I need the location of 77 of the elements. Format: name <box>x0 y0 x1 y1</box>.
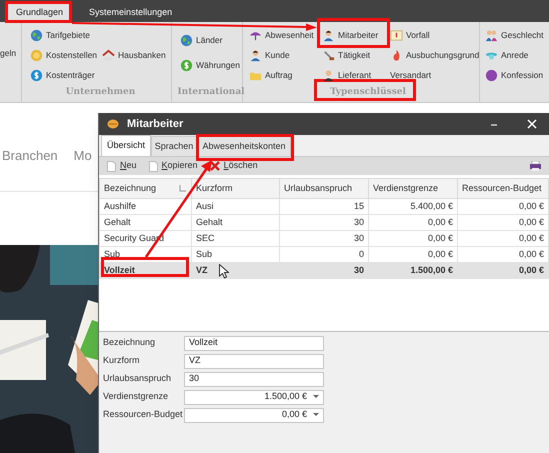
ribbon-group-label: Unternehmen <box>66 86 136 100</box>
person-icon <box>249 48 262 62</box>
dropdown-icon <box>313 395 319 399</box>
ribbon-item[interactable]: Versandart <box>390 68 432 82</box>
delete-icon <box>210 161 220 171</box>
input-field[interactable]: Vollzeit <box>184 336 324 350</box>
highlight-frame <box>5 1 72 23</box>
globe-icon <box>180 34 193 47</box>
field-label: Ressourcen-Budget <box>103 408 184 422</box>
nav-link[interactable]: Branchen <box>2 146 58 166</box>
globe-icon <box>30 28 43 42</box>
field-label: Kurzform <box>103 354 141 368</box>
nav-link[interactable]: Mo <box>74 146 92 166</box>
ribbon-item[interactable]: Länder <box>180 34 222 48</box>
field-label: Urlaubsanspruch <box>103 372 172 386</box>
ribbon-item[interactable]: Kunde <box>249 48 290 62</box>
ribbon-item[interactable]: geln <box>0 46 16 60</box>
column-header[interactable]: Ressourcen-Budget <box>458 178 548 198</box>
printer-icon[interactable] <box>530 161 541 171</box>
ribbon-group-label: Typenschlüssel <box>330 86 406 100</box>
wrench-icon <box>322 48 335 62</box>
people-icon <box>485 28 498 42</box>
copy-icon <box>148 160 158 172</box>
ribbon-group-label: International <box>177 86 245 100</box>
tab[interactable]: Sprachen <box>151 136 197 156</box>
table-row[interactable]: Gehalt Gehalt 30 0,00 € 0,00 € <box>100 214 548 230</box>
sort-icon <box>179 185 187 192</box>
page-icon <box>107 160 116 172</box>
input-field[interactable]: 30 <box>184 372 324 386</box>
table-row[interactable]: Aushilfe Ausi 15 5.400,00 € 0,00 € <box>100 198 548 214</box>
ribbon-item[interactable]: Tätigkeit <box>322 48 370 62</box>
table-cell: 1.500,00 € <box>368 262 458 278</box>
tab[interactable]: Abwesenheitskonten <box>197 136 291 156</box>
ribbon-item[interactable]: Kostenträger <box>30 68 95 82</box>
table-cell: 30 <box>280 262 368 278</box>
close-icon[interactable] <box>527 119 537 129</box>
ribbon-item[interactable]: Tarifgebiete <box>30 28 90 42</box>
input-field[interactable]: 0,00 € <box>184 408 324 422</box>
circle-icon <box>485 68 498 82</box>
ribbon-item[interactable]: Ausbuchungsgrund <box>390 48 480 62</box>
ribbon-item[interactable]: Geschlecht <box>485 28 544 42</box>
column-header[interactable]: Urlaubsanspruch <box>280 178 368 198</box>
window-title: Mitarbeiter <box>127 116 184 132</box>
column-header[interactable]: Verdienstgrenze <box>368 178 458 198</box>
ribbon-item[interactable]: Lieferant <box>322 68 372 82</box>
field-label: Verdienstgrenze <box>103 390 170 404</box>
app-icon <box>107 118 119 130</box>
cursor-icon <box>219 264 229 279</box>
coin-icon <box>30 48 43 62</box>
toolbar-button[interactable]: Neu <box>107 159 137 173</box>
ribbon-item[interactable]: Mitarbeiter <box>322 28 378 42</box>
toolbar-button[interactable]: Kopieren <box>148 159 198 173</box>
ribbon-item[interactable]: Auftrag <box>249 68 292 82</box>
table-cell: 0,00 € <box>458 262 548 278</box>
dollar-coin-icon <box>30 68 43 82</box>
input-field[interactable]: 1.500,00 € <box>184 390 324 404</box>
ribbon-item[interactable]: Währungen <box>180 58 240 72</box>
ribbon-item[interactable]: Anrede <box>485 48 528 62</box>
person-icon <box>322 28 335 42</box>
menu-tab[interactable]: Systemeinstellungen <box>81 3 180 22</box>
input-field[interactable]: VZ <box>184 354 324 368</box>
ribbon-item[interactable]: Konfession <box>485 68 544 82</box>
dollar-coin-icon <box>180 59 193 72</box>
ribbon-item[interactable]: Kostenstellen <box>30 48 98 62</box>
ribbon-item[interactable]: Abwesenheit <box>249 28 314 42</box>
person-icon <box>322 68 335 82</box>
table-cell: Vollzeit <box>100 262 192 278</box>
field-label: Bezeichnung <box>103 336 156 350</box>
toolbar-button[interactable]: Löschen <box>210 159 258 173</box>
column-header[interactable]: Bezeichnung <box>100 178 192 198</box>
roof-icon <box>102 48 115 62</box>
dropdown-icon <box>313 413 319 417</box>
note-icon <box>390 28 403 42</box>
ribbon-item[interactable]: Hausbanken <box>102 48 166 62</box>
tab[interactable]: Übersicht <box>101 135 151 156</box>
ribbon-item[interactable]: Vorfall <box>390 28 430 42</box>
table-row[interactable]: Sub Sub 0 0,00 € 0,00 € <box>100 246 548 262</box>
